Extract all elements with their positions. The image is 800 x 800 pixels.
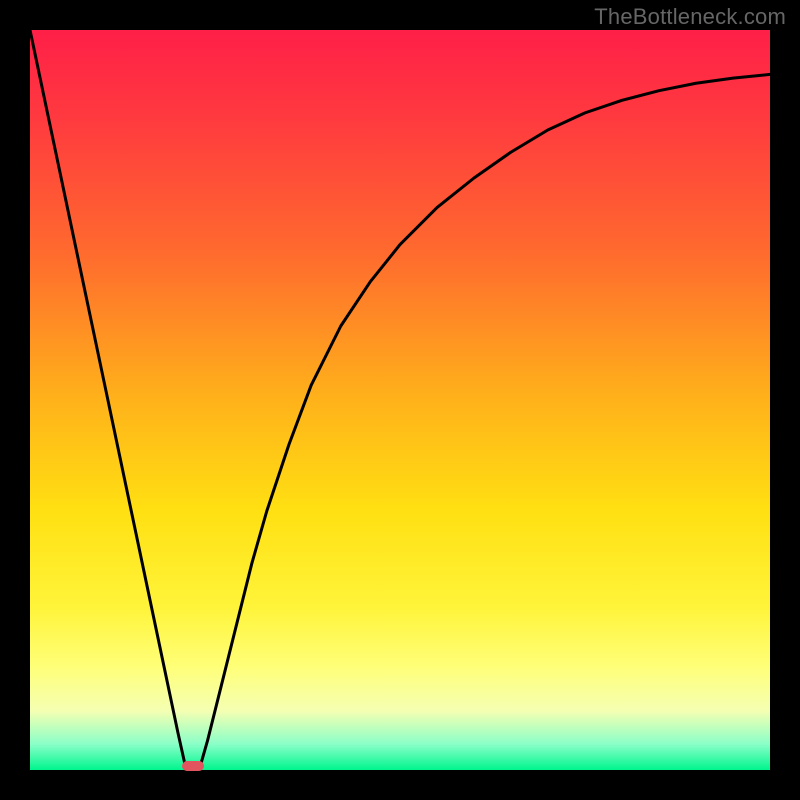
curve-layer	[30, 30, 770, 770]
plot-area	[30, 30, 770, 770]
bottleneck-curve	[30, 30, 770, 770]
optimal-point-marker	[182, 761, 204, 771]
watermark-text: TheBottleneck.com	[594, 4, 786, 30]
chart-frame: TheBottleneck.com	[0, 0, 800, 800]
